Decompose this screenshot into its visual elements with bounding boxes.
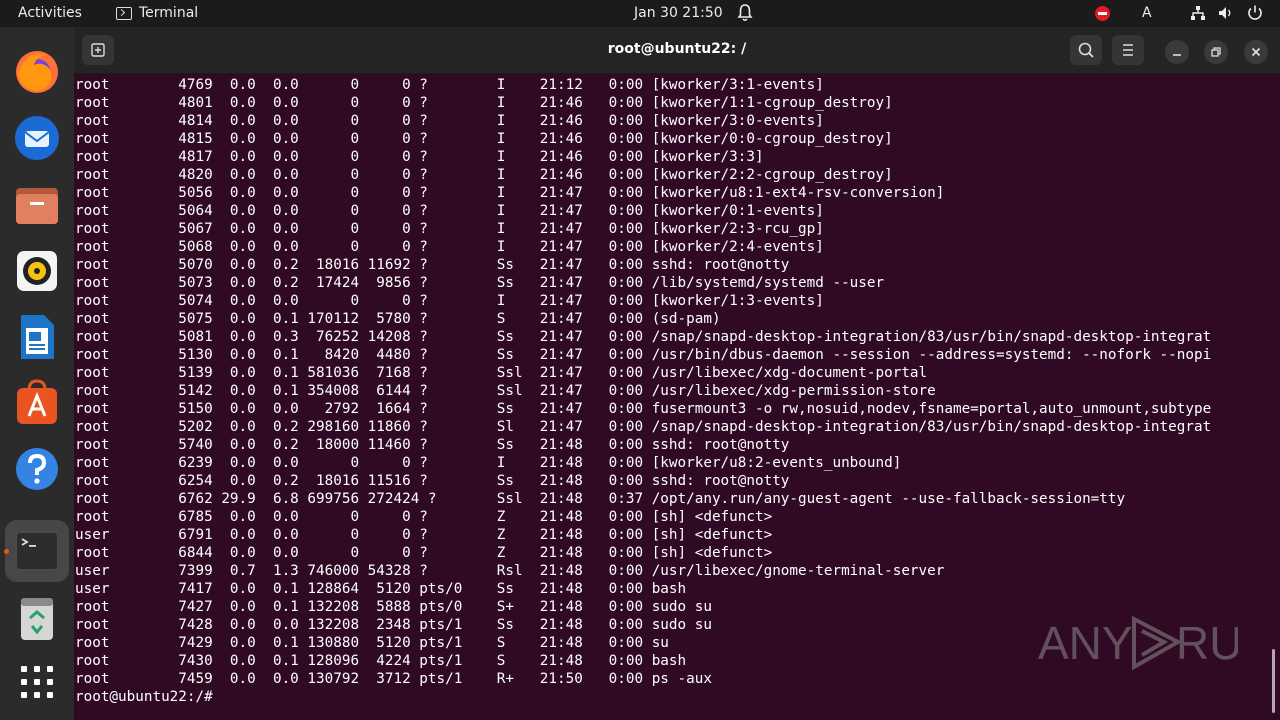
terminal-line: root 4801 0.0 0.0 0 0 ? I 21:46 0:00 [kw… <box>75 95 893 111</box>
files-icon[interactable] <box>12 180 62 230</box>
terminal-line: root 5067 0.0 0.0 0 0 ? I 21:47 0:00 [kw… <box>75 221 824 237</box>
search-icon <box>1078 42 1094 58</box>
anyrun-watermark-logo: ANY RUN <box>1038 615 1238 671</box>
scrollbar-thumb[interactable] <box>1272 649 1275 713</box>
terminal-line: user 6791 0.0 0.0 0 0 ? Z 21:48 0:00 [sh… <box>75 527 773 543</box>
terminal-line: root 5056 0.0 0.0 0 0 ? I 21:47 0:00 [kw… <box>75 185 945 201</box>
terminal-line: root 5142 0.0 0.1 354008 6144 ? Ssl 21:4… <box>75 383 936 399</box>
bell-icon[interactable] <box>737 3 753 23</box>
terminal-line: root 5081 0.0 0.3 76252 14208 ? Ss 21:47… <box>75 329 1212 345</box>
terminal-line: root 5073 0.0 0.2 17424 9856 ? Ss 21:47 … <box>75 275 885 291</box>
terminal-line: root 6844 0.0 0.0 0 0 ? Z 21:48 0:00 [sh… <box>75 545 773 561</box>
maximize-button[interactable] <box>1204 40 1228 64</box>
show-apps-icon[interactable] <box>12 657 62 707</box>
terminal-line: root 4820 0.0 0.0 0 0 ? I 21:46 0:00 [kw… <box>75 167 893 183</box>
close-icon <box>1251 47 1261 57</box>
rhythmbox-icon[interactable] <box>12 246 62 296</box>
activities-button[interactable]: Activities <box>18 5 82 21</box>
search-button[interactable] <box>1070 35 1102 65</box>
recording-indicator-icon[interactable] <box>1095 6 1110 21</box>
terminal-line: root 6785 0.0 0.0 0 0 ? Z 21:48 0:00 [sh… <box>75 509 773 525</box>
trash-icon[interactable] <box>12 594 62 644</box>
help-icon[interactable] <box>12 444 62 494</box>
terminal-line: root 5068 0.0 0.0 0 0 ? I 21:47 0:00 [kw… <box>75 239 824 255</box>
terminal-line: user 7417 0.0 0.1 128864 5120 pts/0 Ss 2… <box>75 581 687 597</box>
svg-text:RUN: RUN <box>1176 617 1238 669</box>
terminal-line: root 4814 0.0 0.0 0 0 ? I 21:46 0:00 [kw… <box>75 113 824 129</box>
network-icon[interactable] <box>1190 5 1206 21</box>
terminal-line: root 4815 0.0 0.0 0 0 ? I 21:46 0:00 [kw… <box>75 131 893 147</box>
power-icon[interactable] <box>1246 4 1264 22</box>
minimize-icon <box>1173 54 1181 56</box>
terminal-window: root@ubuntu22: / root 4769 0.0 0.0 0 0 ?… <box>74 27 1280 720</box>
top-bar: Activities Terminal Jan 30 21:50 A <box>0 0 1280 27</box>
menu-button[interactable] <box>1112 35 1144 65</box>
terminal-line: root 4817 0.0 0.0 0 0 ? I 21:46 0:00 [kw… <box>75 149 764 165</box>
terminal-line: root 5150 0.0 0.0 2792 1664 ? Ss 21:47 0… <box>75 401 1212 417</box>
terminal-line: root 5202 0.0 0.2 298160 11860 ? Sl 21:4… <box>75 419 1212 435</box>
header-bar: root@ubuntu22: / <box>74 27 1280 74</box>
volume-icon[interactable] <box>1218 5 1234 21</box>
terminal-line: root 5740 0.0 0.2 18000 11460 ? Ss 21:48… <box>75 437 790 453</box>
terminal-line: root 5075 0.0 0.1 170112 5780 ? S 21:47 … <box>75 311 721 327</box>
clock[interactable]: Jan 30 21:50 <box>634 5 723 21</box>
terminal-line: root 6254 0.0 0.2 18016 11516 ? Ss 21:48… <box>75 473 790 489</box>
writer-icon[interactable] <box>12 312 62 362</box>
terminal-line: root 5139 0.0 0.1 581036 7168 ? Ssl 21:4… <box>75 365 928 381</box>
terminal-line: user 7399 0.7 1.3 746000 54328 ? Rsl 21:… <box>75 563 945 579</box>
restore-icon <box>1211 47 1221 57</box>
shell-prompt[interactable]: root@ubuntu22:/# <box>75 688 1265 706</box>
dock <box>0 27 74 720</box>
terminal-icon <box>116 6 132 20</box>
close-button[interactable] <box>1244 40 1268 64</box>
terminal-icon[interactable] <box>12 526 62 576</box>
running-indicator <box>4 549 9 554</box>
terminal-line: root 6239 0.0 0.0 0 0 ? I 21:48 0:00 [kw… <box>75 455 902 471</box>
keyboard-layout-indicator[interactable]: A <box>1142 5 1152 21</box>
terminal-line: root 5064 0.0 0.0 0 0 ? I 21:47 0:00 [kw… <box>75 203 824 219</box>
minimize-button[interactable] <box>1165 40 1189 64</box>
app-menu-label: Terminal <box>139 5 199 21</box>
terminal-line: root 6762 29.9 6.8 699756 272424 ? Ssl 2… <box>75 491 1126 507</box>
svg-text:ANY: ANY <box>1038 617 1133 669</box>
hamburger-icon <box>1123 44 1133 56</box>
app-menu[interactable]: Terminal <box>116 5 198 21</box>
thunderbird-icon[interactable] <box>12 113 62 163</box>
firefox-icon[interactable] <box>12 47 62 97</box>
app-center-icon[interactable] <box>12 378 62 428</box>
terminal-line: root 4769 0.0 0.0 0 0 ? I 21:12 0:00 [kw… <box>75 77 824 93</box>
terminal-line: root 5074 0.0 0.0 0 0 ? I 21:47 0:00 [kw… <box>75 293 824 309</box>
terminal-line: root 5130 0.0 0.1 8420 4480 ? Ss 21:47 0… <box>75 347 1212 363</box>
terminal-line: root 5070 0.0 0.2 18016 11692 ? Ss 21:47… <box>75 257 790 273</box>
